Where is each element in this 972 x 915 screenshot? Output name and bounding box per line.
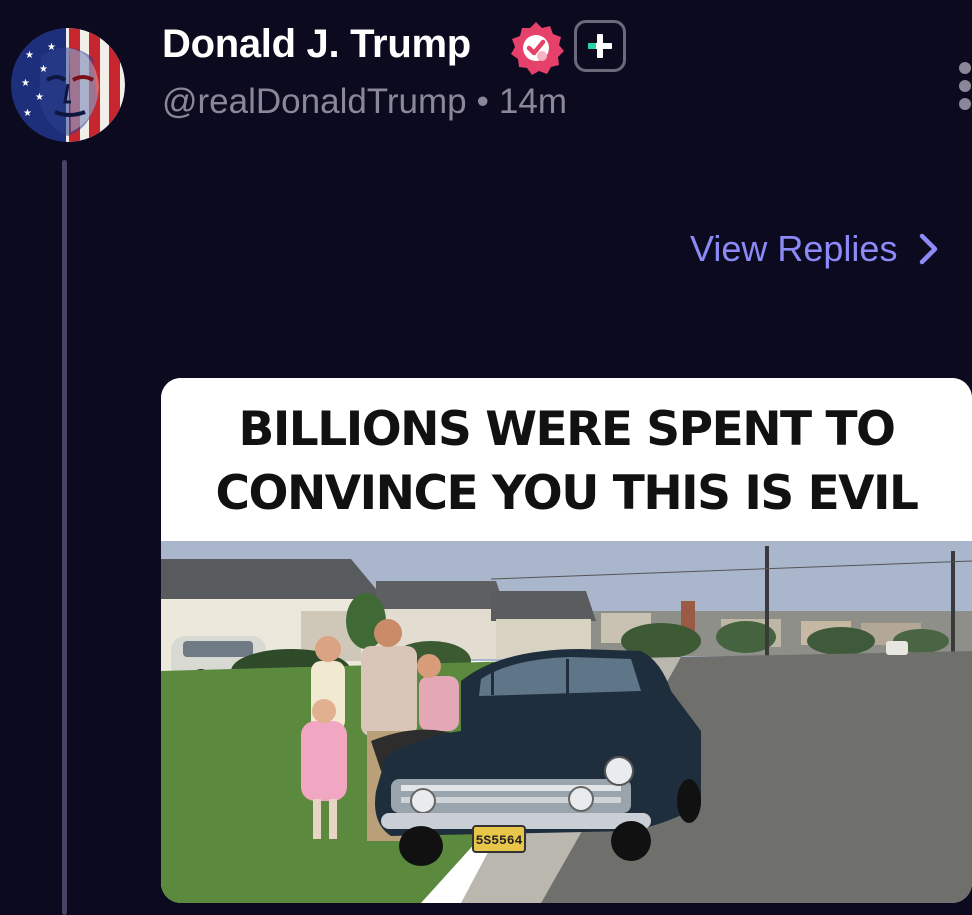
view-replies-label: View Replies <box>690 228 898 269</box>
family-car-photo: 5S5564 <box>161 541 972 903</box>
chevron-right-icon <box>920 233 938 265</box>
post-screen: ★ ★ ★ ★ ★ ★ Donald J. Trump @realDonaldT… <box>0 0 972 915</box>
author-handle[interactable]: @realDonaldTrump <box>162 82 467 121</box>
meme-caption: BILLIONS WERE SPENT TO CONVINCE YOU THIS… <box>161 378 972 541</box>
avatar[interactable]: ★ ★ ★ ★ ★ ★ <box>11 28 125 142</box>
svg-text:★: ★ <box>23 108 32 119</box>
svg-text:★: ★ <box>35 92 44 103</box>
svg-text:★: ★ <box>47 42 56 53</box>
display-name[interactable]: Donald J. Trump <box>162 22 471 67</box>
meme-caption-line-1: BILLIONS WERE SPENT TO <box>238 401 896 457</box>
svg-text:★: ★ <box>21 78 30 89</box>
meta-separator: • <box>476 82 489 121</box>
post-timestamp: 14m <box>498 82 567 121</box>
view-replies-button[interactable]: View Replies <box>690 226 941 272</box>
avatar-flag-portrait-image: ★ ★ ★ ★ ★ ★ <box>11 28 125 142</box>
license-plate: 5S5564 <box>476 833 523 848</box>
author-meta: @realDonaldTrump • 14m <box>162 82 567 122</box>
post-media-image[interactable]: BILLIONS WERE SPENT TO CONVINCE YOU THIS… <box>161 378 972 903</box>
more-options-icon[interactable] <box>956 60 972 112</box>
plus-badge-icon[interactable] <box>574 20 626 72</box>
svg-text:★: ★ <box>39 64 48 75</box>
meme-caption-line-2: CONVINCE YOU THIS IS EVIL <box>215 465 920 521</box>
verified-badge-icon <box>508 20 564 76</box>
svg-text:★: ★ <box>25 50 34 61</box>
thread-line <box>62 160 67 915</box>
